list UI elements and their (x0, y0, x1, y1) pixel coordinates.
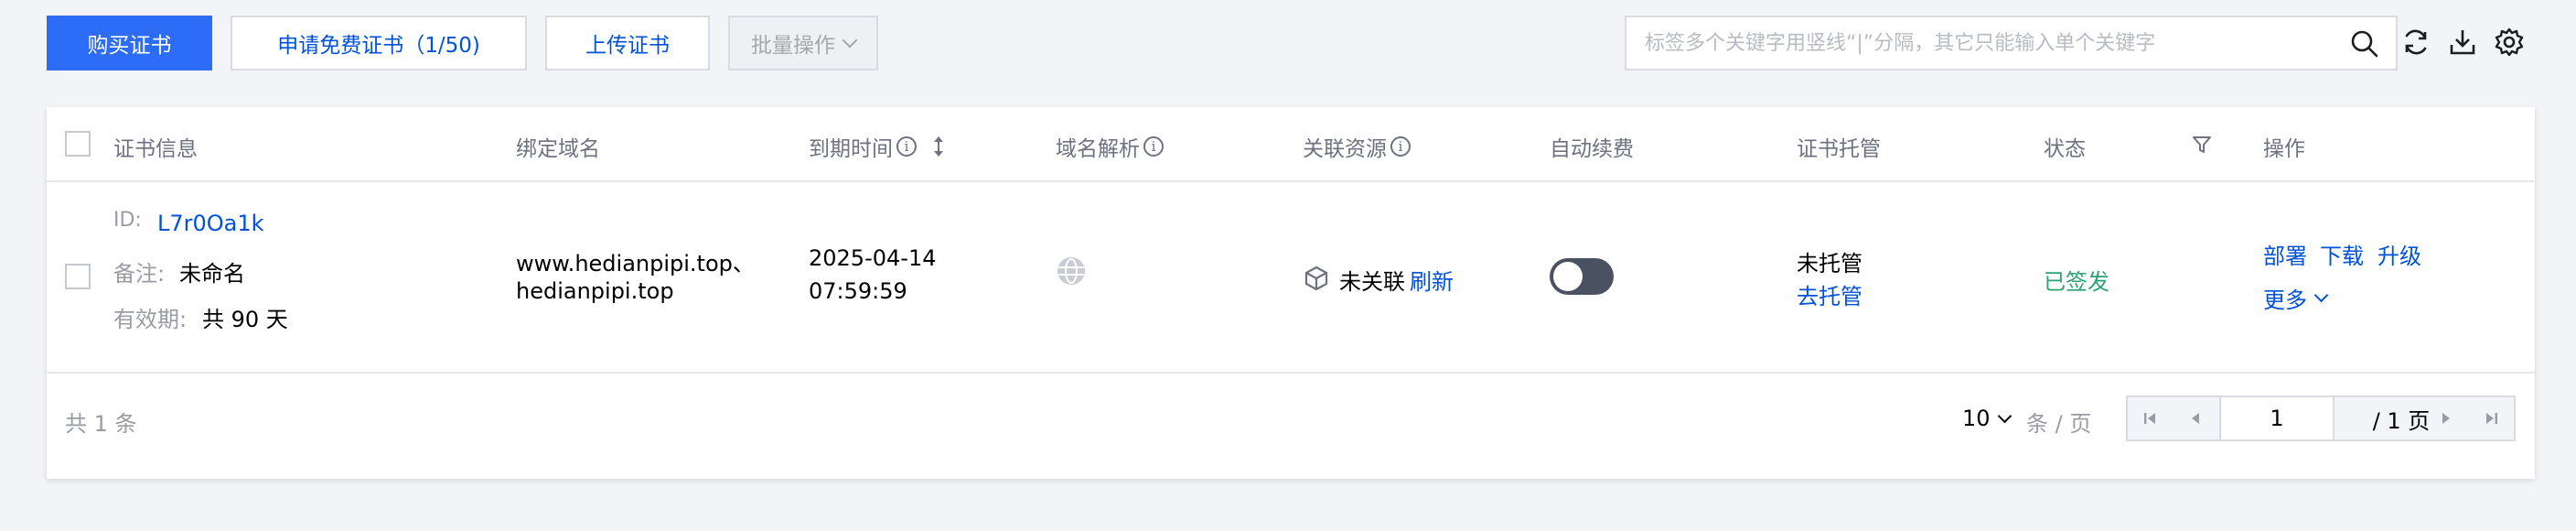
batch-operation-label: 批量操作 (751, 34, 835, 58)
header-expiry[interactable]: 到期时间 i (809, 131, 948, 162)
auto-renew-toggle[interactable] (1550, 258, 1614, 295)
info-icon[interactable]: i (1390, 136, 1411, 157)
header-resource: 关联资源 i (1303, 131, 1411, 162)
prev-page-button[interactable] (2174, 397, 2217, 439)
filter-icon[interactable] (2191, 134, 2213, 156)
chevron-down-icon (2313, 287, 2329, 303)
validity-value: 共 90 天 (202, 307, 288, 332)
header-status: 状态 (2044, 137, 2086, 161)
certificate-table: 证书信息 绑定域名 到期时间 i 域名解析 i 关联资源 i 自动续费 证书托管… (47, 107, 2535, 479)
next-page-icon (2442, 413, 2450, 424)
globe-icon (1057, 257, 1085, 285)
id-label: ID: (113, 209, 142, 232)
header-actions: 操作 (2263, 137, 2305, 161)
search-input[interactable] (1626, 17, 2340, 69)
chevron-down-icon (1997, 408, 2012, 423)
batch-operation-dropdown[interactable]: 批量操作 (728, 16, 878, 70)
toggle-knob (1553, 262, 1583, 291)
table-footer: 共 1 条 10 条 / 页 1 / 1 页 (47, 374, 2535, 479)
first-page-button[interactable] (2128, 397, 2172, 439)
expiry-time: 07:59:59 (809, 278, 907, 304)
host-link[interactable]: 去托管 (1797, 278, 1862, 310)
pagination: 1 / 1 页 (2126, 396, 2516, 441)
total-count: 共 1 条 (65, 411, 137, 437)
header-auto-renew: 自动续费 (1550, 137, 1634, 161)
header-dns-label: 域名解析 (1056, 137, 1140, 161)
page-size-unit: 条 / 页 (2026, 411, 2092, 437)
hosting-status: 未托管 (1797, 251, 1862, 276)
upload-certificate-button[interactable]: 上传证书 (545, 16, 710, 70)
status-badge: 已签发 (2044, 269, 2109, 295)
first-page-icon (2144, 413, 2155, 424)
search-box[interactable] (1625, 16, 2398, 70)
upgrade-link[interactable]: 升级 (2377, 238, 2421, 270)
next-page-button[interactable] (2424, 397, 2468, 439)
last-page-icon (2486, 413, 2497, 424)
resource-status: 未关联 (1339, 269, 1405, 295)
prev-page-icon (2192, 413, 2199, 424)
more-actions-dropdown[interactable]: 更多 (2263, 282, 2329, 314)
download-link[interactable]: 下载 (2320, 238, 2364, 270)
header-dns: 域名解析 i (1056, 131, 1164, 162)
more-actions-label: 更多 (2263, 287, 2307, 313)
table-row: ID: L7r0Oa1k 备注: 未命名 有效期: 共 90 天 www.hed… (47, 182, 2535, 374)
validity-label: 有效期: (113, 307, 188, 332)
header-resource-label: 关联资源 (1303, 137, 1387, 161)
last-page-button[interactable] (2470, 397, 2514, 439)
page-size-value: 10 (1962, 406, 1991, 431)
remark-value: 未命名 (179, 261, 245, 287)
info-icon[interactable]: i (1143, 136, 1164, 157)
deploy-link[interactable]: 部署 (2263, 238, 2307, 270)
header-hosting: 证书托管 (1797, 137, 1881, 161)
header-expiry-label: 到期时间 (809, 137, 893, 161)
sort-icon[interactable] (929, 135, 948, 158)
chevron-down-icon (842, 32, 858, 49)
certificate-id-link[interactable]: L7r0Oa1k (157, 211, 264, 236)
domain-line-1: www.hedianpipi.top、 (516, 251, 755, 276)
page-number-input[interactable]: 1 (2219, 396, 2334, 441)
info-icon[interactable]: i (896, 136, 917, 157)
header-cert-info: 证书信息 (113, 137, 198, 161)
download-icon[interactable] (2447, 27, 2478, 58)
expiry-date: 2025-04-14 (809, 245, 937, 271)
cube-icon (1304, 266, 1328, 291)
apply-free-certificate-button[interactable]: 申请免费证书（1/50) (231, 16, 527, 70)
table-header: 证书信息 绑定域名 到期时间 i 域名解析 i 关联资源 i 自动续费 证书托管… (47, 107, 2535, 182)
select-all-checkbox[interactable] (65, 131, 91, 157)
remark-label: 备注: (113, 261, 166, 287)
refresh-icon[interactable] (2400, 27, 2431, 58)
row-checkbox[interactable] (65, 264, 91, 289)
page-size-select[interactable]: 10 (1962, 406, 2012, 431)
refresh-link[interactable]: 刷新 (1410, 264, 1454, 296)
settings-icon[interactable] (2494, 27, 2525, 58)
header-domain: 绑定域名 (516, 137, 600, 161)
buy-certificate-button[interactable]: 购买证书 (47, 16, 212, 70)
domain-line-2: hedianpipi.top (516, 278, 674, 304)
search-icon[interactable] (2349, 28, 2380, 60)
